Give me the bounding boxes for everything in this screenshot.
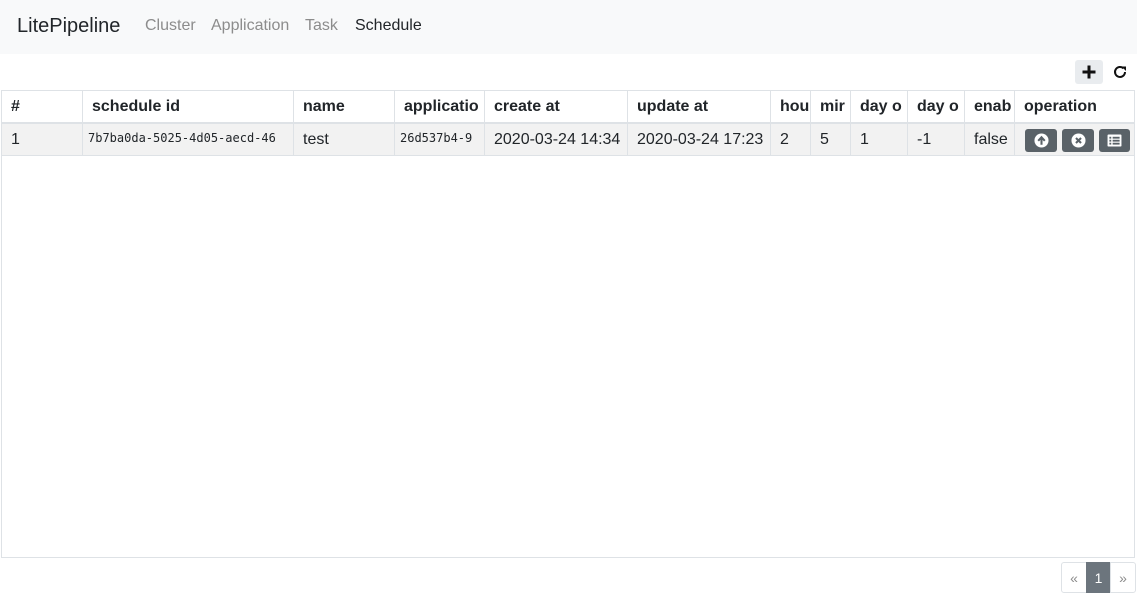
header-operation: operation	[1024, 98, 1097, 115]
cell-minute: 5	[811, 124, 851, 155]
refresh-icon	[1114, 65, 1126, 78]
cell-day-of-month: 1	[851, 124, 908, 155]
header-day-of-week[interactable]: day o	[908, 91, 965, 122]
pagination-next[interactable]: »	[1110, 562, 1136, 593]
nav-link-application[interactable]: Application	[211, 17, 289, 35]
header-hour[interactable]: hou	[771, 91, 811, 122]
cell-application: 26d537b4-9	[395, 124, 485, 155]
header-day-of-month[interactable]: day o	[851, 91, 908, 122]
cell-enable: false	[965, 124, 1015, 155]
cell-update-at: 2020-03-24 17:23	[628, 124, 771, 155]
nav-link-schedule[interactable]: Schedule	[355, 17, 422, 35]
delete-schedule-button[interactable]	[1062, 129, 1094, 152]
header-application[interactable]: applicatio	[395, 91, 485, 122]
top-navbar: LitePipeline Cluster Application Task Sc…	[0, 0, 1137, 54]
add-schedule-button[interactable]	[1075, 60, 1103, 84]
refresh-button[interactable]	[1106, 60, 1134, 84]
header-create-at[interactable]: create at	[485, 91, 628, 122]
x-circle-icon	[1070, 133, 1086, 148]
header-minute[interactable]: mir	[811, 91, 851, 122]
cell-number: 1	[2, 124, 83, 155]
cell-create-at: 2020-03-24 14:34	[485, 124, 628, 155]
header-schedule-id[interactable]: schedule id	[83, 91, 294, 122]
cell-day-of-week: -1	[908, 124, 965, 155]
cell-schedule-id: 7b7ba0da-5025-4d05-aecd-46	[83, 124, 294, 155]
table-header-row: # schedule id name applicatio create at …	[2, 91, 1134, 124]
nav-link-cluster[interactable]: Cluster	[145, 17, 196, 35]
cell-operation	[1015, 124, 1134, 155]
table-row: 1 7b7ba0da-5025-4d05-aecd-46 test 26d537…	[2, 124, 1134, 156]
schedule-details-button[interactable]	[1099, 129, 1130, 152]
nav-link-task[interactable]: Task	[305, 17, 338, 35]
header-enable[interactable]: enab	[965, 91, 1015, 122]
header-number[interactable]: #	[2, 91, 83, 122]
arrow-up-circle-icon	[1033, 133, 1049, 148]
schedule-table	[1, 90, 1135, 558]
pagination-prev[interactable]: «	[1061, 562, 1087, 593]
pagination-page-1[interactable]: 1	[1086, 562, 1111, 593]
run-schedule-button[interactable]	[1025, 129, 1057, 152]
cell-name: test	[294, 124, 395, 155]
plus-icon	[1082, 65, 1096, 79]
cell-hour: 2	[771, 124, 811, 155]
header-update-at[interactable]: update at	[628, 91, 771, 122]
brand-logo-text[interactable]: LitePipeline	[17, 15, 120, 38]
header-name[interactable]: name	[294, 91, 395, 122]
list-icon	[1107, 134, 1122, 147]
